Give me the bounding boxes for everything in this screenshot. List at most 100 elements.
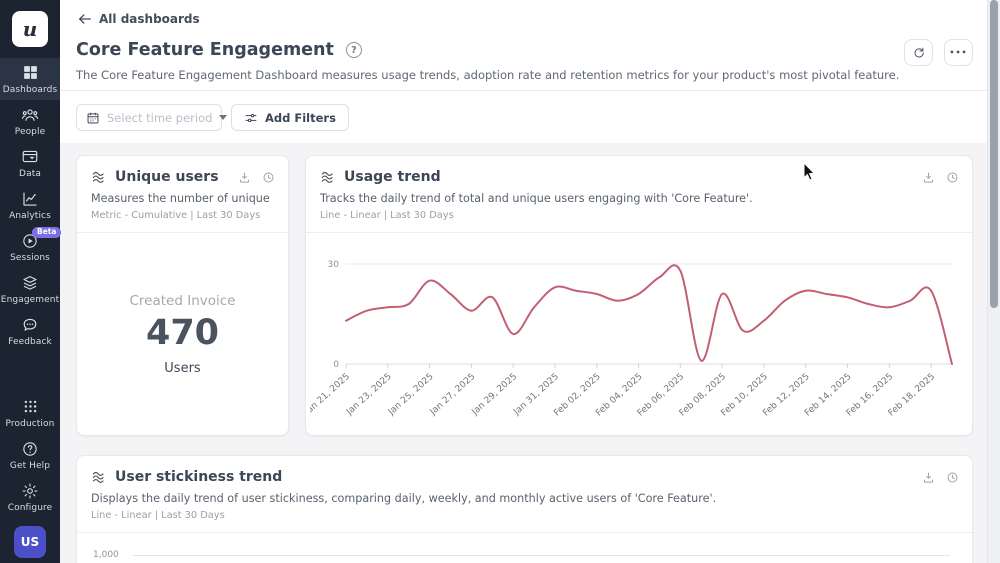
ellipsis-icon: ••• xyxy=(949,48,968,57)
help-icon[interactable] xyxy=(345,42,362,58)
card-meta: Line - Linear | Last 30 Days xyxy=(91,510,225,521)
page-header: All dashboards Core Feature Engagement T… xyxy=(60,0,1000,143)
sidebar-item-label: Configure xyxy=(7,502,53,513)
engagement-icon xyxy=(21,274,39,292)
drag-handle-icon[interactable] xyxy=(91,169,107,185)
sidebar-nav-bottom: Production Get Help Configure xyxy=(0,392,60,518)
filter-sliders-icon xyxy=(244,111,258,125)
header-divider xyxy=(60,90,1000,91)
svg-text:Jan 23, 2025: Jan 23, 2025 xyxy=(344,372,394,418)
analytics-icon xyxy=(21,190,39,208)
scrollbar-track[interactable] xyxy=(987,0,1000,563)
user-stickiness-card-header: User stickiness trend Displays the daily… xyxy=(77,456,972,533)
back-arrow-icon xyxy=(78,13,92,25)
page-description: The Core Feature Engagement Dashboard me… xyxy=(76,68,900,82)
sidebar-item-feedback[interactable]: Feedback xyxy=(0,310,60,352)
sidebar-item-label: Data xyxy=(19,168,41,179)
svg-text:Jan 25, 2025: Jan 25, 2025 xyxy=(386,372,436,418)
logo-wrap: u xyxy=(0,0,60,58)
y-axis-tick-label: 1,000 xyxy=(93,550,119,560)
sidebar-item-production[interactable]: Production xyxy=(0,392,60,434)
sidebar-item-data[interactable]: Data xyxy=(0,142,60,184)
sidebar: u Dashboards People Data Analytics Beta Sessi… xyxy=(0,0,62,563)
sidebar-item-label: Dashboards xyxy=(2,84,58,95)
sidebar-item-engagement[interactable]: Engagement xyxy=(0,268,60,310)
sidebar-item-sessions[interactable]: Beta Sessions xyxy=(0,226,62,268)
more-options-button[interactable]: ••• xyxy=(944,39,973,66)
user-avatar[interactable]: US xyxy=(14,526,46,558)
sidebar-nav-top: Dashboards People Data Analytics Beta Session… xyxy=(0,58,62,352)
drag-handle-icon[interactable] xyxy=(320,169,336,185)
usage-trend-card: Usage trend Tracks the daily trend of to… xyxy=(305,155,973,436)
main-content: All dashboards Core Feature Engagement T… xyxy=(60,0,1000,563)
unique-users-card: Unique users Measures the number of uniq… xyxy=(76,155,289,436)
user-stickiness-card: User stickiness trend Displays the daily… xyxy=(76,455,973,563)
download-icon[interactable] xyxy=(238,171,251,184)
sidebar-item-label: Get Help xyxy=(9,460,51,471)
card-actions xyxy=(922,471,959,484)
time-period-placeholder: Select time period xyxy=(107,110,213,125)
time-period-select[interactable]: Select time period xyxy=(76,104,228,131)
download-icon[interactable] xyxy=(922,471,935,484)
history-clock-icon[interactable] xyxy=(946,471,959,484)
add-filters-label: Add Filters xyxy=(265,110,336,125)
metric-value: 470 xyxy=(145,313,220,353)
header-actions: ••• xyxy=(904,39,973,66)
user-stickiness-chart: 1,000 xyxy=(77,533,972,563)
back-to-all-dashboards-link[interactable]: All dashboards xyxy=(78,12,200,26)
sessions-icon: Beta xyxy=(21,226,62,250)
metric-unit: Users xyxy=(164,361,201,376)
svg-text:Jan 27, 2025: Jan 27, 2025 xyxy=(428,372,478,418)
card-title: User stickiness trend xyxy=(115,469,283,485)
page-title: Core Feature Engagement xyxy=(76,40,334,60)
gridline xyxy=(133,555,950,556)
sidebar-item-label: Sessions xyxy=(10,252,50,263)
sidebar-item-label: Feedback xyxy=(8,336,52,347)
app-logo[interactable]: u xyxy=(12,11,48,47)
card-title: Unique users xyxy=(115,169,219,185)
beta-badge: Beta xyxy=(32,226,62,238)
history-clock-icon[interactable] xyxy=(946,171,959,184)
add-filters-button[interactable]: Add Filters xyxy=(231,104,349,131)
sidebar-item-analytics[interactable]: Analytics xyxy=(0,184,60,226)
sidebar-item-label: Production xyxy=(5,418,55,429)
card-description: Displays the daily trend of user stickin… xyxy=(91,492,717,505)
download-icon[interactable] xyxy=(922,171,935,184)
card-actions xyxy=(922,171,959,184)
chevron-down-icon xyxy=(219,115,228,120)
usage-trend-line-chart: 300Jan 21, 2025Jan 23, 2025Jan 25, 2025J… xyxy=(310,260,953,419)
feedback-icon xyxy=(21,316,39,334)
drag-handle-icon[interactable] xyxy=(91,469,107,485)
sidebar-item-label: Engagement xyxy=(0,294,60,305)
metric-label: Created Invoice xyxy=(129,293,236,309)
usage-trend-card-header: Usage trend Tracks the daily trend of to… xyxy=(306,156,972,233)
page-title-row: Core Feature Engagement xyxy=(76,40,362,60)
card-meta: Line - Linear | Last 30 Days xyxy=(320,210,454,221)
history-clock-icon[interactable] xyxy=(262,171,275,184)
people-icon xyxy=(21,106,39,124)
calendar-icon xyxy=(86,111,100,125)
sidebar-item-people[interactable]: People xyxy=(0,100,60,142)
sidebar-item-configure[interactable]: Configure xyxy=(0,476,60,518)
card-description: Tracks the daily trend of total and uniq… xyxy=(320,192,753,205)
card-meta: Metric - Cumulative | Last 30 Days xyxy=(91,210,261,221)
svg-text:Jan 29, 2025: Jan 29, 2025 xyxy=(470,372,520,418)
card-description: Measures the number of unique user... xyxy=(91,192,274,205)
usage-trend-chart: 30 0 Jan 21, 2025 Jan 23, 2025 Jan 25, 2025 J… xyxy=(306,233,972,436)
card-title: Usage trend xyxy=(344,169,441,185)
filter-toolbar: Select time period Add Filters xyxy=(76,104,349,131)
refresh-button[interactable] xyxy=(904,39,933,66)
sidebar-item-get-help[interactable]: Get Help xyxy=(0,434,60,476)
sidebar-item-dashboards[interactable]: Dashboards xyxy=(0,58,60,100)
sidebar-item-label: People xyxy=(14,126,46,137)
app-logo-letter: u xyxy=(22,17,38,41)
sidebar-item-label: Analytics xyxy=(9,210,51,221)
production-icon xyxy=(22,398,39,416)
configure-icon xyxy=(21,482,39,500)
card-actions xyxy=(238,171,275,184)
data-icon xyxy=(21,148,39,166)
metric-body: Created Invoice 470 Users xyxy=(77,293,288,376)
back-link-label: All dashboards xyxy=(99,12,200,26)
scrollbar-thumb[interactable] xyxy=(990,0,998,308)
dashboards-icon xyxy=(22,64,39,82)
